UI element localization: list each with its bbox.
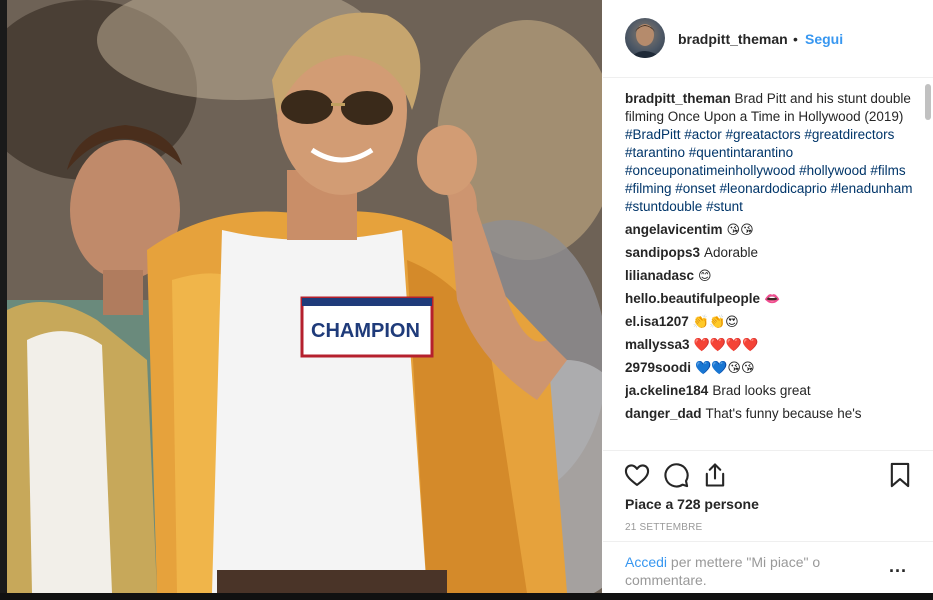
post-photo[interactable]: CHAMPION (7, 0, 602, 593)
caption-hashtags[interactable]: #BradPitt #actor #greatactors #greatdire… (625, 127, 912, 214)
follow-button[interactable]: Segui (805, 31, 843, 47)
separator-dot: • (793, 31, 798, 47)
avatar-image (629, 24, 661, 58)
post-date[interactable]: 21 SETTEMBRE (625, 522, 702, 533)
comment-text: That's funny because he's (705, 406, 862, 421)
comment-row: lilianadasc 😊 (625, 267, 915, 285)
login-prompt: Accedi per mettere "Mi piace" o commenta… (603, 541, 933, 594)
post-caption: bradpitt_theman Brad Pitt and his stunt … (625, 90, 915, 216)
comment-username[interactable]: hello.beautifulpeople (625, 291, 760, 306)
avatar[interactable] (625, 18, 665, 58)
comment-text: Brad looks great (712, 383, 811, 398)
comment-username[interactable]: el.isa1207 (625, 314, 689, 329)
comment-emoji: 😘😘 (726, 222, 754, 237)
comment-emoji: 👏👏😍 (692, 314, 739, 329)
comment-username[interactable]: danger_dad (625, 406, 702, 421)
left-edge (0, 0, 7, 600)
share-icon[interactable] (701, 461, 729, 489)
comments-list[interactable]: bradpitt_theman Brad Pitt and his stunt … (625, 90, 915, 450)
comment-row: danger_dad That's funny because he's (625, 405, 915, 423)
likes-count[interactable]: Piace a 728 persone (625, 496, 759, 512)
shirt-logo-text: CHAMPION (311, 320, 420, 342)
comment-emoji: ❤️❤️❤️❤️ (693, 337, 759, 352)
comment-icon[interactable] (662, 461, 690, 489)
post-header: bradpitt_theman • Segui (603, 0, 933, 78)
comment-row: hello.beautifulpeople 👄 (625, 290, 915, 308)
comment-username[interactable]: ja.ckeline184 (625, 383, 708, 398)
login-link[interactable]: Accedi (625, 554, 667, 570)
comment-emoji: 💙💙😘😘 (695, 360, 755, 375)
comment-row: sandipops3 Adorable (625, 244, 915, 262)
caption-username[interactable]: bradpitt_theman (625, 91, 731, 106)
comment-emoji: 👄 (764, 291, 781, 306)
comment-row: el.isa1207 👏👏😍 (625, 313, 915, 331)
comment-text: Adorable (704, 245, 759, 260)
comment-row: 2979soodi 💙💙😘😘 (625, 359, 915, 377)
comment-emoji: 😊 (698, 268, 712, 283)
bottom-edge (0, 593, 933, 600)
bookmark-icon[interactable] (886, 461, 914, 489)
photo-illustration: CHAMPION (7, 0, 602, 593)
comment-username[interactable]: 2979soodi (625, 360, 691, 375)
comments-scrollbar[interactable] (925, 84, 931, 120)
more-options-icon[interactable]: ... (889, 556, 907, 577)
comment-row: ja.ckeline184 Brad looks great (625, 382, 915, 400)
comment-username[interactable]: angelavicentim (625, 222, 723, 237)
instagram-post-modal: CHAMPION bradpitt_theman • Segui bradpit… (0, 0, 933, 600)
post-sidebar: bradpitt_theman • Segui bradpitt_theman … (603, 0, 933, 593)
post-author-username[interactable]: bradpitt_theman (678, 31, 788, 47)
login-prompt-text: Accedi per mettere "Mi piace" o commenta… (625, 553, 885, 589)
heart-icon[interactable] (623, 461, 651, 489)
post-actions: Piace a 728 persone 21 SETTEMBRE Accedi … (603, 450, 933, 593)
comment-username[interactable]: lilianadasc (625, 268, 694, 283)
comment-username[interactable]: sandipops3 (625, 245, 700, 260)
comment-row: mallyssa3 ❤️❤️❤️❤️ (625, 336, 915, 354)
comment-row: angelavicentim 😘😘 (625, 221, 915, 239)
comment-username[interactable]: mallyssa3 (625, 337, 690, 352)
